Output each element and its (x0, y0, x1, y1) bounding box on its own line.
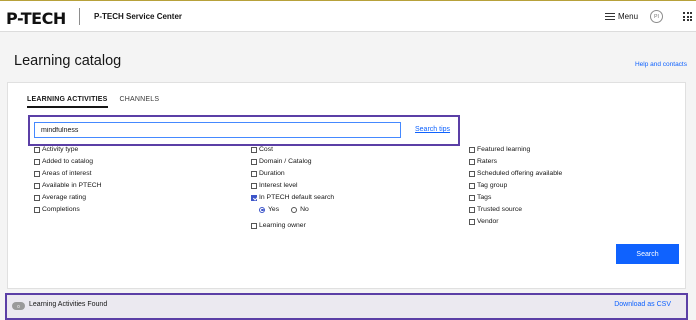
filter-featured-learning[interactable]: Featured learning (469, 146, 530, 153)
service-name[interactable]: P-TECH Service Center (94, 12, 182, 21)
radio-label-yes: Yes (268, 206, 280, 213)
filter-label: Tag group (477, 182, 508, 189)
filter-label: Average rating (42, 194, 87, 201)
filter-label: Duration (259, 170, 285, 177)
help-and-contacts-link[interactable]: Help and contacts (635, 61, 687, 68)
results-bar: 0 Learning Activities Found Download as … (5, 293, 688, 320)
filter-added-to-catalog[interactable]: Added to catalog (34, 158, 93, 165)
filter-label: Tags (477, 194, 492, 201)
checkbox[interactable] (34, 194, 40, 201)
radio-yes[interactable] (259, 206, 265, 213)
filter-trusted-source[interactable]: Trusted source (469, 206, 522, 213)
checkbox[interactable] (34, 170, 40, 177)
filter-label: Areas of interest (42, 170, 92, 177)
checkbox[interactable] (469, 158, 475, 165)
filter-learning-owner[interactable]: Learning owner (251, 222, 306, 229)
filter-label: Vendor (477, 218, 499, 225)
checkbox[interactable] (251, 146, 257, 153)
search-tips-link[interactable]: Search tips (415, 126, 450, 133)
filter-label: Added to catalog (42, 158, 94, 165)
checkbox[interactable] (469, 182, 475, 189)
filter-raters[interactable]: Raters (469, 158, 497, 165)
filter-label: Activity type (42, 146, 79, 153)
filter-label: Interest level (259, 182, 298, 189)
hamburger-icon (605, 13, 615, 20)
avatar[interactable]: PI (650, 10, 663, 23)
filter-areas-of-interest[interactable]: Areas of interest (34, 170, 92, 177)
filter-activity-type[interactable]: Activity type (34, 146, 78, 153)
page-title: Learning catalog (14, 53, 122, 69)
radio-label-no: No (300, 206, 309, 213)
filter-cost[interactable]: Cost (251, 146, 273, 153)
checkbox[interactable] (469, 170, 475, 177)
checkbox[interactable] (34, 146, 40, 153)
results-label: Learning Activities Found (29, 301, 108, 308)
filter-tags[interactable]: Tags (469, 194, 491, 201)
checkbox[interactable] (469, 218, 475, 225)
checkbox[interactable] (34, 182, 40, 189)
filter-label: Learning owner (259, 222, 306, 229)
menu-label: Menu (618, 12, 639, 21)
filter-label: Domain / Catalog (259, 158, 312, 165)
filter-label: Completions (42, 206, 80, 213)
download-csv-link[interactable]: Download as CSV (614, 301, 671, 308)
checkbox[interactable] (469, 206, 475, 213)
checkbox[interactable] (251, 158, 257, 165)
filter-label: In PTECH default search (259, 194, 335, 201)
filter-label: Available in PTECH (42, 182, 102, 189)
search-button[interactable]: Search (616, 244, 679, 264)
filter-duration[interactable]: Duration (251, 170, 285, 177)
filter-domain-catalog[interactable]: Domain / Catalog (251, 158, 312, 165)
checkbox[interactable] (34, 206, 40, 213)
checkbox[interactable] (469, 194, 475, 201)
menu-button[interactable]: Menu (605, 12, 638, 21)
checkbox-checked[interactable] (251, 194, 257, 201)
filter-label: Raters (477, 158, 498, 165)
filter-vendor[interactable]: Vendor (469, 218, 499, 225)
tab-learning-activities[interactable]: LEARNING ACTIVITIES (27, 96, 108, 108)
default-search-radio-group: Yes No (259, 206, 309, 213)
filter-label: Featured learning (477, 146, 531, 153)
filter-scheduled-offering[interactable]: Scheduled offering available (469, 170, 562, 177)
filter-label: Cost (259, 146, 273, 153)
filter-label: Trusted source (477, 206, 523, 213)
filter-completions[interactable]: Completions (34, 206, 80, 213)
checkbox[interactable] (251, 170, 257, 177)
app-grid-icon[interactable] (683, 12, 692, 21)
radio-no[interactable] (291, 206, 298, 213)
checkbox[interactable] (251, 222, 257, 229)
search-input[interactable] (34, 122, 401, 138)
logo-divider (79, 8, 80, 25)
results-count-badge: 0 (12, 302, 25, 310)
filter-label: Scheduled offering available (477, 170, 563, 177)
search-area: Search tips (28, 115, 460, 146)
filter-in-ptech-default-search[interactable]: In PTECH default search (251, 194, 334, 201)
top-navigation-bar: P-TECH P-TECH Service Center Menu PI (0, 1, 696, 32)
filter-average-rating[interactable]: Average rating (34, 194, 86, 201)
checkbox[interactable] (34, 158, 40, 165)
filter-interest-level[interactable]: Interest level (251, 182, 298, 189)
catalog-panel (7, 82, 686, 289)
checkbox[interactable] (251, 182, 257, 189)
catalog-tabs: LEARNING ACTIVITIES CHANNELS (27, 96, 159, 108)
filter-tag-group[interactable]: Tag group (469, 182, 507, 189)
tab-channels[interactable]: CHANNELS (120, 96, 160, 108)
checkbox[interactable] (469, 146, 475, 153)
filter-available-in-ptech[interactable]: Available in PTECH (34, 182, 102, 189)
ptech-logo[interactable]: P-TECH (6, 9, 66, 28)
